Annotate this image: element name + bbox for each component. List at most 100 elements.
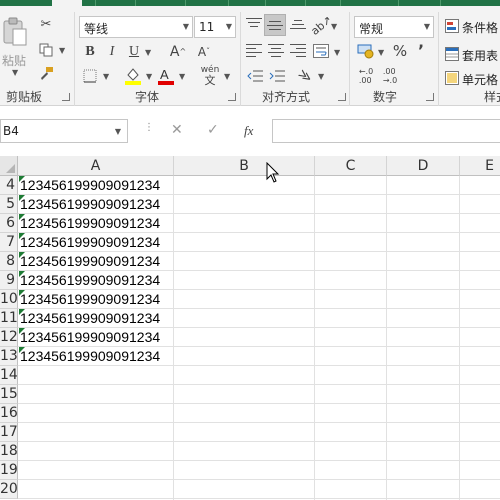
borders-dropdown-icon[interactable]: ▼ (103, 72, 109, 81)
grow-font-button[interactable]: A ^ (170, 43, 186, 61)
column-header[interactable]: A (18, 156, 174, 176)
accounting-format-button[interactable] (356, 42, 376, 60)
row-header[interactable]: 19 (0, 461, 18, 480)
format-as-table-button[interactable]: 套用表 (462, 47, 498, 64)
decrease-indent-button[interactable] (246, 68, 264, 84)
cell-a[interactable]: 123456199909091234 (19, 290, 160, 309)
bottom-align-button[interactable] (290, 18, 306, 30)
cell-a[interactable]: 123456199909091234 (19, 195, 160, 214)
shrink-font-button[interactable]: Aˇ (196, 43, 212, 61)
underline-dropdown-icon[interactable]: ▼ (145, 48, 151, 57)
alignment-launcher-icon[interactable] (338, 93, 346, 101)
enter-icon[interactable]: ✓ (207, 122, 219, 138)
font-launcher-icon[interactable] (228, 93, 236, 101)
gridline (18, 479, 500, 480)
fill-color-dropdown-icon[interactable]: ▼ (146, 72, 152, 81)
gridline (18, 422, 500, 423)
row-header[interactable]: 7 (0, 233, 18, 252)
column-header[interactable]: E (460, 156, 500, 176)
font-name-select[interactable]: 等线 ▼ (79, 16, 193, 38)
text-direction-dropdown-icon[interactable]: ▼ (318, 72, 324, 81)
cell-a[interactable]: 123456199909091234 (19, 233, 160, 252)
comma-style-button[interactable]: ’ (414, 42, 428, 60)
row-header[interactable]: 13 (0, 347, 18, 366)
cell-a[interactable]: 123456199909091234 (19, 309, 160, 328)
copy-dropdown-icon[interactable]: ▼ (59, 46, 65, 55)
fill-color-button[interactable] (124, 66, 142, 86)
copy-button[interactable] (38, 42, 54, 58)
text-direction-button[interactable]: ≫ (295, 65, 315, 87)
text-direction-icon: ≫ (295, 65, 315, 87)
font-color-dropdown-icon[interactable]: ▼ (179, 72, 185, 81)
scissors-icon: ✂ (40, 16, 52, 32)
conditional-format-button[interactable]: 条件格 (462, 19, 498, 36)
borders-button[interactable] (82, 68, 98, 84)
row-header[interactable]: 11 (0, 309, 18, 328)
cell-a[interactable]: 123456199909091234 (19, 252, 160, 271)
top-align-button[interactable] (246, 18, 262, 30)
mouse-cursor-icon (266, 162, 280, 183)
cell-styles-button[interactable]: 单元格 (462, 71, 498, 88)
increase-decimal-button[interactable]: ←.0 .00 (356, 66, 376, 86)
row-header[interactable]: 5 (0, 195, 18, 214)
number-format-select[interactable]: 常规 ▼ (354, 16, 434, 38)
cell-a[interactable]: 123456199909091234 (19, 176, 160, 195)
column-header[interactable]: B (174, 156, 315, 176)
row-header[interactable]: 10 (0, 290, 18, 309)
accounting-dropdown-icon[interactable]: ▼ (378, 48, 384, 57)
align-right-button[interactable] (290, 44, 306, 57)
cancel-icon[interactable]: ✕ (171, 122, 183, 138)
row-header[interactable]: 6 (0, 214, 18, 233)
italic-button[interactable]: I (104, 43, 120, 61)
cell-a[interactable]: 123456199909091234 (19, 271, 160, 290)
decrease-decimal-button[interactable]: .00 →.0 (380, 66, 400, 86)
increase-indent-button[interactable] (268, 68, 286, 84)
orientation-dropdown-icon[interactable]: ▼ (331, 22, 337, 31)
row-header[interactable]: 16 (0, 404, 18, 423)
row-header[interactable]: 14 (0, 366, 18, 385)
row-header[interactable]: 15 (0, 385, 18, 404)
underline-button[interactable]: U (126, 43, 142, 61)
column-header[interactable]: C (315, 156, 387, 176)
align-center-button[interactable] (268, 44, 284, 57)
format-as-table-icon (444, 46, 460, 62)
row-header[interactable]: 9 (0, 271, 18, 290)
spreadsheet-grid[interactable]: A B C D E 4 123456199909091234 5 123456199909091… (0, 156, 500, 500)
row-header[interactable]: 18 (0, 442, 18, 461)
bold-button[interactable]: B (82, 43, 98, 61)
row-header[interactable]: 8 (0, 252, 18, 271)
wrap-text-button[interactable] (312, 42, 330, 60)
orientation-button[interactable]: ab↗ (308, 13, 334, 38)
cell-a[interactable]: 123456199909091234 (19, 214, 160, 233)
font-size-select[interactable]: 11 ▼ (194, 16, 236, 38)
gridline (18, 403, 500, 404)
format-painter-button[interactable] (38, 66, 54, 82)
insert-function-icon[interactable]: fx (244, 123, 253, 139)
paste-dropdown-icon[interactable]: ▼ (12, 68, 18, 77)
select-all-button[interactable] (0, 156, 18, 176)
align-left-button[interactable] (246, 44, 262, 57)
cell-a[interactable]: 123456199909091234 (19, 347, 160, 366)
formula-input[interactable] (272, 119, 500, 143)
wrap-dropdown-icon[interactable]: ▼ (334, 48, 340, 57)
phonetic-button[interactable]: wén 文 (200, 66, 220, 87)
paste-button[interactable] (0, 16, 30, 48)
percent-style-button[interactable]: % (392, 42, 408, 60)
error-indicator-icon (19, 233, 25, 239)
number-launcher-icon[interactable] (426, 93, 434, 101)
row-header[interactable]: 12 (0, 328, 18, 347)
phonetic-dropdown-icon[interactable]: ▼ (224, 72, 230, 81)
row-header[interactable]: 20 (0, 480, 18, 499)
cell-a[interactable]: 123456199909091234 (19, 328, 160, 347)
middle-align-button[interactable] (264, 14, 286, 36)
row-header[interactable]: 4 (0, 176, 18, 195)
font-color-button[interactable]: A (157, 66, 175, 86)
column-header[interactable]: D (387, 156, 460, 176)
row-header[interactable]: 17 (0, 423, 18, 442)
cut-button[interactable]: ✂ (38, 16, 54, 32)
paste-icon (3, 17, 27, 46)
chevron-down-icon[interactable]: ▼ (115, 127, 121, 136)
clipboard-launcher-icon[interactable] (62, 93, 70, 101)
group-divider (349, 12, 350, 106)
name-box[interactable]: B4 ▼ (0, 119, 128, 143)
